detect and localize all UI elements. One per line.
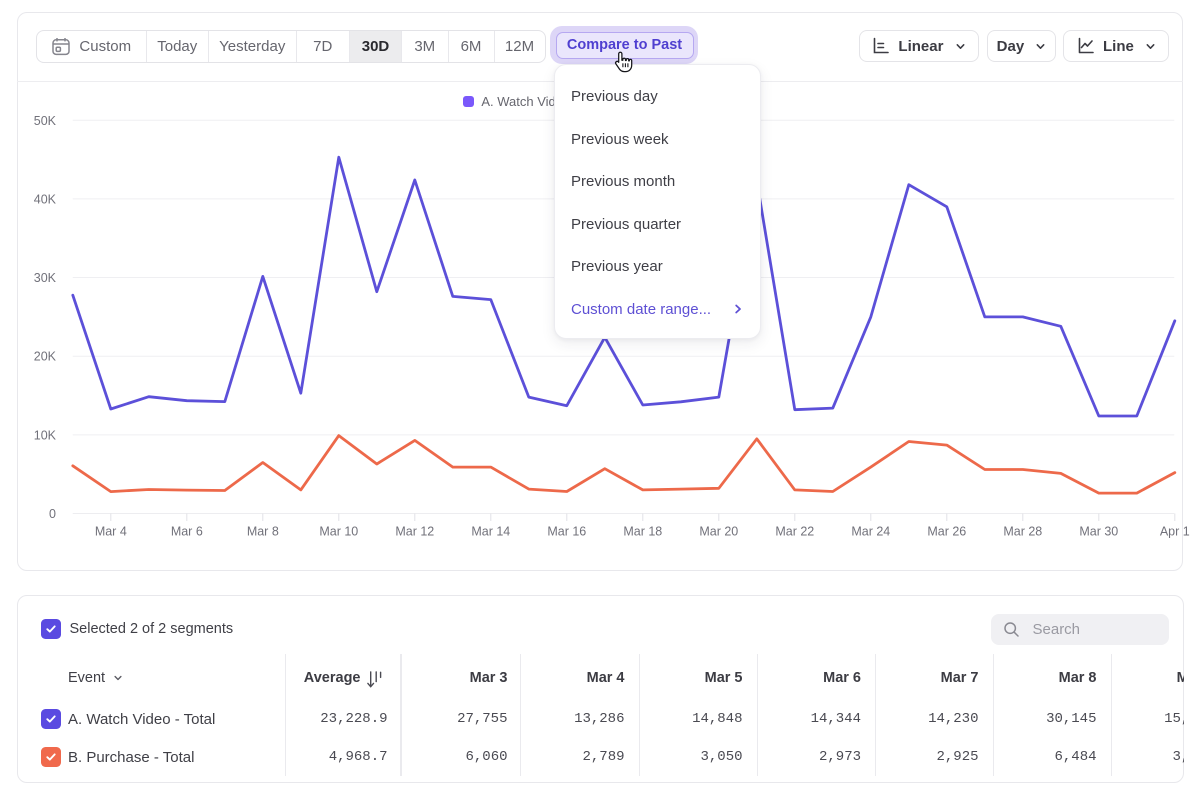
svg-text:Mar 22: Mar 22	[775, 525, 814, 539]
svg-text:Apr 1: Apr 1	[1160, 525, 1190, 539]
svg-text:Mar 30: Mar 30	[1079, 525, 1118, 539]
svg-text:Mar 8: Mar 8	[247, 525, 279, 539]
svg-text:Mar 26: Mar 26	[927, 525, 966, 539]
svg-text:0: 0	[49, 507, 56, 521]
svg-text:10K: 10K	[34, 428, 57, 442]
svg-text:Mar 18: Mar 18	[623, 525, 662, 539]
svg-text:Mar 4: Mar 4	[95, 525, 127, 539]
svg-text:Mar 20: Mar 20	[699, 525, 738, 539]
svg-text:50K: 50K	[34, 114, 57, 128]
svg-text:30K: 30K	[34, 271, 57, 285]
svg-text:Mar 24: Mar 24	[851, 525, 890, 539]
svg-text:Mar 10: Mar 10	[319, 525, 358, 539]
svg-text:Mar 6: Mar 6	[171, 525, 203, 539]
svg-text:Mar 12: Mar 12	[395, 525, 434, 539]
svg-text:Mar 28: Mar 28	[1003, 525, 1042, 539]
svg-text:Mar 14: Mar 14	[471, 525, 510, 539]
svg-text:20K: 20K	[34, 350, 57, 364]
svg-text:Mar 16: Mar 16	[547, 525, 586, 539]
svg-text:40K: 40K	[34, 192, 57, 206]
